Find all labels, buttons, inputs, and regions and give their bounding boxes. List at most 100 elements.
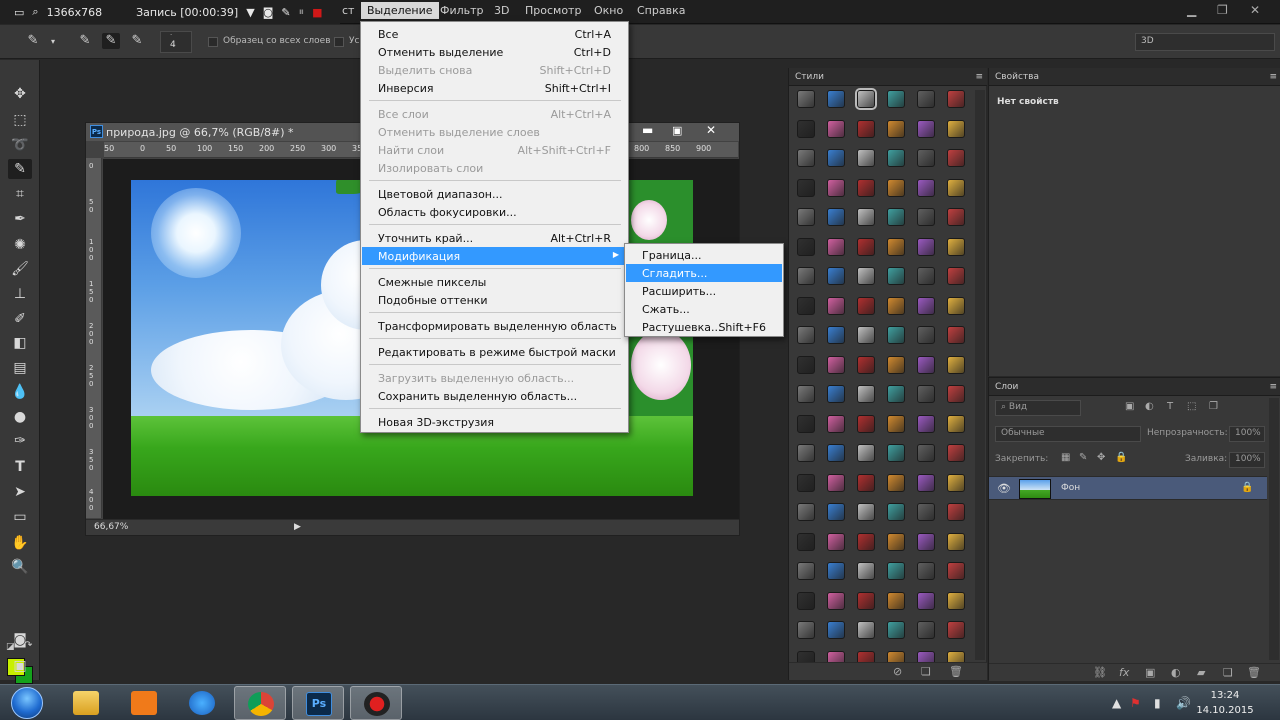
style-swatch[interactable] — [857, 414, 875, 433]
taskbar-media-player[interactable] — [118, 686, 170, 720]
style-swatch[interactable] — [887, 385, 905, 403]
style-swatch[interactable] — [797, 444, 815, 462]
submenu-item-feather[interactable]: Растушевка... Shift+F6 — [626, 318, 782, 336]
style-swatch[interactable] — [857, 208, 875, 226]
filter-type-icon[interactable]: T — [1167, 401, 1173, 412]
subtract-selection-icon[interactable]: ✎ — [128, 33, 146, 49]
doc-minimize-icon[interactable]: ▬ — [642, 123, 653, 137]
style-swatch[interactable] — [887, 355, 905, 374]
style-swatch[interactable] — [827, 503, 845, 521]
style-swatch[interactable] — [797, 178, 815, 197]
style-swatch[interactable] — [797, 119, 815, 138]
doc-close-icon[interactable]: ✕ — [706, 123, 716, 137]
style-swatch[interactable] — [887, 90, 905, 108]
style-swatch[interactable] — [827, 473, 845, 492]
pen-tool-icon[interactable]: ✑ — [8, 431, 32, 451]
tray-network-icon[interactable]: ⚑ — [1130, 696, 1141, 710]
style-swatch[interactable] — [827, 532, 845, 551]
menu-item-reselect[interactable]: Выделить снова Shift+Ctrl+D — [362, 61, 627, 79]
layers-panel-tab[interactable]: Слои ≡ — [989, 378, 1280, 396]
type-tool-icon[interactable]: T — [8, 457, 32, 477]
style-swatch[interactable] — [827, 621, 845, 639]
style-swatch[interactable] — [797, 532, 815, 551]
style-swatch[interactable] — [797, 355, 815, 374]
crop-tool-icon[interactable]: ⌗ — [8, 184, 32, 204]
doc-maximize-icon[interactable]: ▣ — [672, 124, 682, 137]
style-swatch[interactable] — [797, 237, 815, 256]
style-swatch[interactable] — [855, 88, 877, 110]
eyedropper-tool-icon[interactable]: ✒ — [8, 209, 32, 229]
style-swatch[interactable] — [947, 208, 965, 226]
fill-field[interactable]: 100% — [1229, 452, 1265, 468]
menu-item-load-selection[interactable]: Загрузить выделенную область... — [362, 369, 627, 387]
style-swatch[interactable] — [857, 532, 875, 551]
lock-pixels-icon[interactable]: ▦ — [1061, 452, 1070, 463]
style-swatch[interactable] — [917, 237, 935, 256]
style-swatch[interactable] — [827, 444, 845, 462]
menu-help[interactable]: Справка — [637, 4, 685, 17]
history-brush-tool-icon[interactable]: ✐ — [8, 309, 32, 329]
style-swatch[interactable] — [887, 326, 905, 344]
lock-all-icon[interactable]: 🔒 — [1115, 452, 1127, 463]
clone-stamp-tool-icon[interactable]: ⊥ — [8, 284, 32, 304]
chevron-down-icon[interactable]: ▾ — [44, 37, 62, 53]
blend-mode-dropdown[interactable]: Обычные — [995, 426, 1141, 442]
style-swatch[interactable] — [887, 296, 905, 315]
filter-shape-icon[interactable]: ⬚ — [1187, 401, 1196, 412]
style-swatch[interactable] — [947, 119, 965, 138]
delete-layer-icon[interactable]: 🗑 — [1247, 666, 1261, 679]
menu-item-color-range[interactable]: Цветовой диапазон... — [362, 185, 627, 203]
new-selection-icon[interactable]: ✎ — [76, 33, 94, 49]
taskbar-chrome[interactable] — [234, 686, 286, 720]
eraser-tool-icon[interactable]: ◧ — [8, 333, 32, 353]
taskbar-internet-explorer[interactable] — [176, 686, 228, 720]
style-swatch[interactable] — [947, 414, 965, 433]
style-swatch[interactable] — [827, 90, 845, 108]
style-swatch[interactable] — [947, 444, 965, 462]
menu-item-deselect[interactable]: Отменить выделение Ctrl+D — [362, 43, 627, 61]
dropdown-icon[interactable]: ▼ — [246, 6, 254, 19]
properties-panel-tab[interactable]: Свойства ≡ — [989, 68, 1280, 86]
menu-item-modify[interactable]: Модификация ▶ — [362, 247, 627, 265]
taskbar-photoshop[interactable]: Ps — [292, 686, 344, 720]
tool-preset-icon[interactable]: ✎ — [24, 33, 42, 49]
styles-panel-tab[interactable]: Стили ≡ — [789, 68, 987, 86]
screen-mode-icon[interactable]: ▣ — [8, 656, 32, 676]
menu-item-find-layers[interactable]: Найти слои Alt+Shift+Ctrl+F — [362, 141, 627, 159]
style-swatch[interactable] — [947, 237, 965, 256]
menu-view[interactable]: Просмотр — [525, 4, 581, 17]
style-swatch[interactable] — [857, 473, 875, 492]
zoom-icon[interactable]: ⌕ — [32, 5, 38, 19]
brush-tool-icon[interactable]: 🖌 — [8, 259, 32, 279]
style-swatch[interactable] — [857, 444, 875, 462]
menu-item-all-layers[interactable]: Все слои Alt+Ctrl+A — [362, 105, 627, 123]
style-swatch[interactable] — [917, 90, 935, 108]
zoom-level[interactable]: 66,67% — [94, 522, 128, 532]
lasso-tool-icon[interactable]: ➰ — [8, 135, 32, 155]
style-swatch[interactable] — [857, 296, 875, 315]
style-swatch[interactable] — [917, 414, 935, 433]
style-swatch[interactable] — [827, 562, 845, 580]
styles-scrollbar[interactable] — [975, 90, 985, 660]
menu-item-quick-mask[interactable]: Редактировать в режиме быстрой маски — [362, 343, 627, 361]
new-group-icon[interactable]: ▰ — [1197, 666, 1205, 679]
auto-enhance-checkbox[interactable] — [334, 37, 344, 47]
style-swatch[interactable] — [827, 178, 845, 197]
camera-icon[interactable]: ◙ — [263, 6, 274, 19]
quick-selection-tool-icon[interactable]: ✎ — [8, 159, 32, 179]
style-swatch[interactable] — [917, 503, 935, 521]
status-arrow-icon[interactable]: ▶ — [294, 522, 301, 532]
style-swatch[interactable] — [797, 296, 815, 315]
pen-icon[interactable]: ✎ — [281, 6, 290, 19]
style-swatch[interactable] — [917, 296, 935, 315]
menu-item-save-selection[interactable]: Сохранить выделенную область... — [362, 387, 627, 405]
menu-layer-truncated[interactable]: ст — [342, 4, 354, 17]
style-swatch[interactable] — [887, 473, 905, 492]
blur-tool-icon[interactable]: 💧 — [8, 382, 32, 402]
style-swatch[interactable] — [917, 326, 935, 344]
menu-item-all[interactable]: Все Ctrl+A — [362, 25, 627, 43]
menu-item-refine-edge[interactable]: Уточнить край... Alt+Ctrl+R — [362, 229, 627, 247]
style-swatch[interactable] — [797, 621, 815, 639]
style-swatch[interactable] — [827, 119, 845, 138]
hand-tool-icon[interactable]: ✋ — [8, 533, 32, 553]
